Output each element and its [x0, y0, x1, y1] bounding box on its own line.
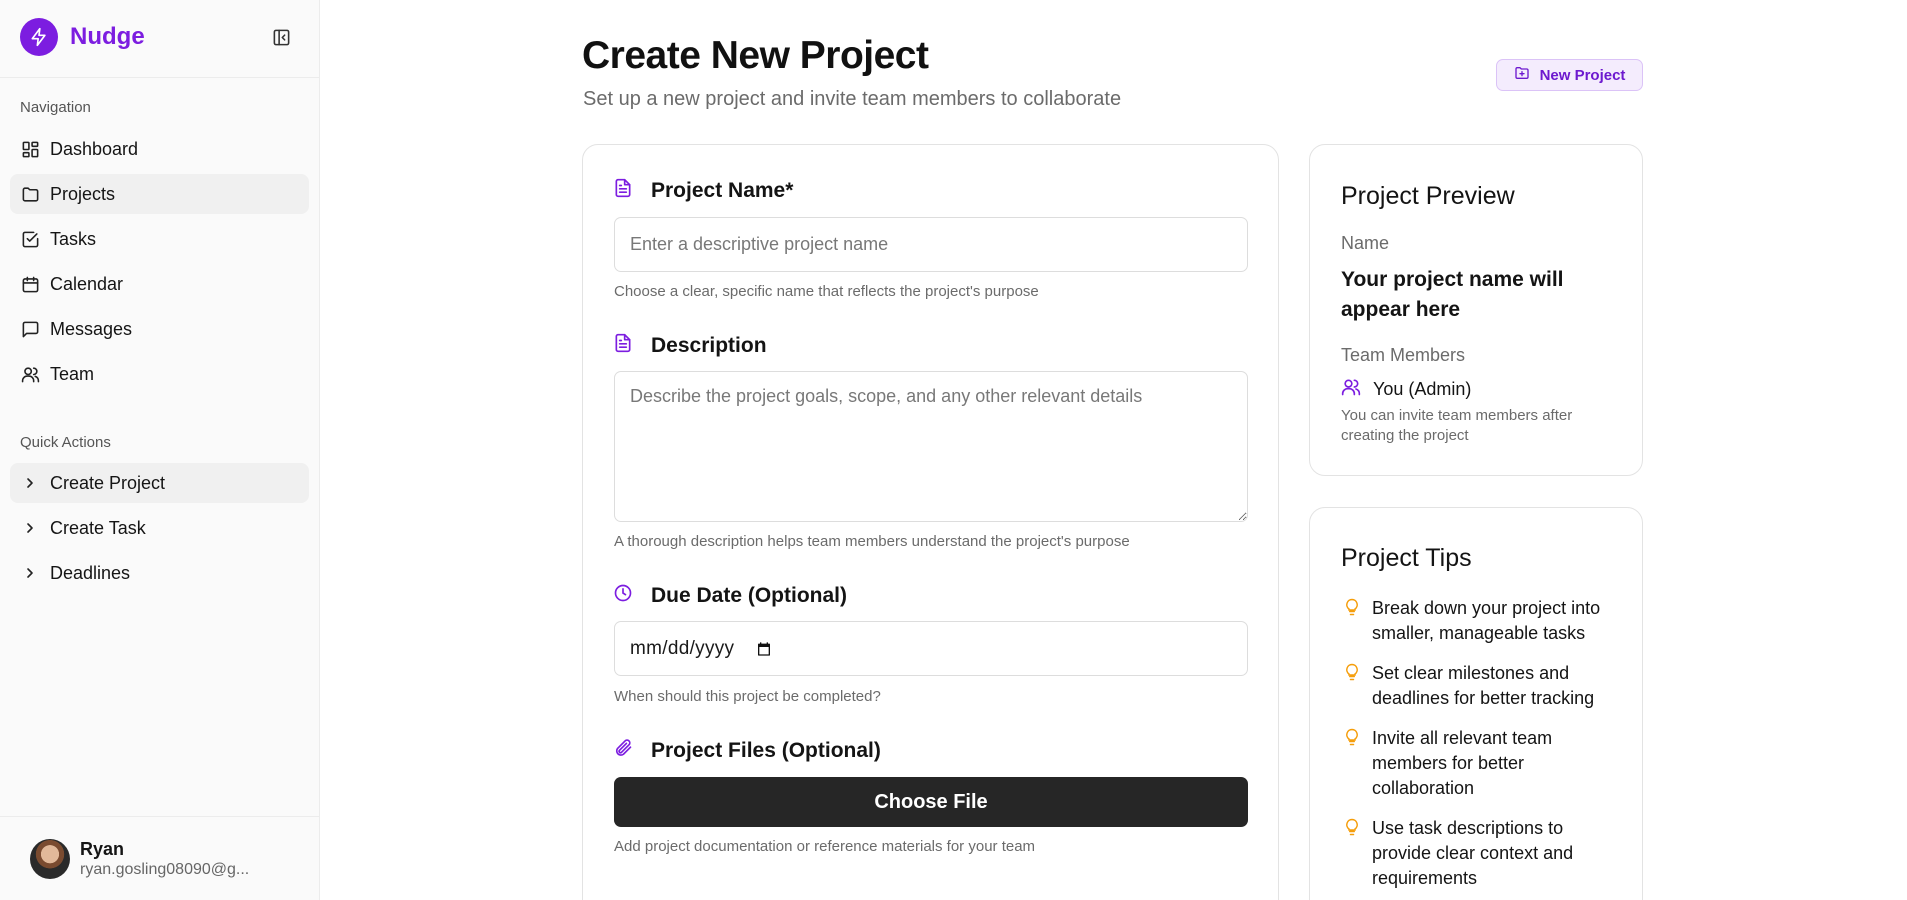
quick-item-label: Create Task: [50, 517, 146, 538]
sidebar-item-label: Calendar: [50, 273, 124, 294]
sidebar: Nudge Navigation Dashboard Projects Task…: [0, 0, 320, 900]
sidebar-divider: [0, 77, 320, 78]
sidebar-item-messages[interactable]: Messages: [10, 309, 309, 349]
folder-icon: [20, 184, 40, 204]
quick-create-project[interactable]: Create Project: [10, 463, 309, 503]
preview-member: You (Admin): [1341, 377, 1471, 402]
paperclip-icon: [613, 738, 633, 763]
project-tips-card: Project Tips Break down your project int…: [1309, 507, 1643, 900]
quick-create-task[interactable]: Create Task: [10, 508, 309, 548]
quick-item-label: Deadlines: [50, 562, 131, 583]
users-icon: [20, 364, 40, 384]
tips-title: Project Tips: [1341, 544, 1472, 572]
quick-actions-heading: Quick Actions: [20, 434, 111, 451]
user-name: Ryan: [80, 839, 125, 859]
sidebar-item-label: Projects: [50, 183, 116, 204]
brand[interactable]: Nudge: [20, 18, 145, 56]
nav-heading: Navigation: [20, 99, 91, 116]
lightning-icon: [20, 18, 58, 56]
sidebar-item-label: Tasks: [50, 228, 97, 249]
sidebar-item-label: Messages: [50, 318, 133, 339]
description-label: Description: [613, 333, 767, 358]
project-name-input[interactable]: [614, 217, 1248, 272]
choose-file-button[interactable]: Choose File: [614, 777, 1248, 827]
users-icon: [1341, 377, 1361, 402]
document-icon: [613, 333, 633, 358]
due-date-input[interactable]: mm/dd/yyyy: [614, 621, 1248, 676]
message-icon: [20, 319, 40, 339]
sidebar-divider: [0, 816, 320, 817]
preview-note: You can invite team members after creati…: [1341, 407, 1573, 444]
quick-item-label: Create Project: [50, 472, 166, 493]
chevron-right-icon: [20, 473, 40, 493]
sidebar-item-label: Dashboard: [50, 138, 139, 159]
preview-name-value: Your project name will appear here: [1341, 268, 1564, 321]
quick-deadlines[interactable]: Deadlines: [10, 553, 309, 593]
brand-name: Nudge: [70, 23, 145, 50]
preview-title: Project Preview: [1341, 182, 1515, 210]
tip-item: Invite all relevant team members for bet…: [1341, 726, 1621, 801]
lightbulb-icon: [1341, 816, 1363, 838]
document-icon: [613, 178, 633, 203]
due-date-value: mm/dd/yyyy: [630, 637, 735, 659]
chevron-right-icon: [20, 563, 40, 583]
preview-name-label: Name: [1341, 233, 1390, 253]
sidebar-item-dashboard[interactable]: Dashboard: [10, 129, 309, 169]
sidebar-item-tasks[interactable]: Tasks: [10, 219, 309, 259]
project-form-card: Project Name* Choose a clear, specific n…: [582, 144, 1279, 900]
clock-icon: [613, 583, 633, 608]
lightbulb-icon: [1341, 596, 1363, 618]
project-name-hint: Choose a clear, specific name that refle…: [614, 283, 1039, 300]
tip-item: Use task descriptions to provide clear c…: [1341, 816, 1621, 891]
page-title: Create New Project: [582, 34, 929, 77]
project-name-label: Project Name*: [613, 178, 793, 203]
calendar-icon: [20, 274, 40, 294]
project-preview-card: Project Preview Name Your project name w…: [1309, 144, 1643, 476]
lightbulb-icon: [1341, 661, 1363, 683]
calendar-icon[interactable]: [756, 641, 772, 657]
lightbulb-icon: [1341, 726, 1363, 748]
tip-item: Break down your project into smaller, ma…: [1341, 596, 1621, 646]
tip-item: Set clear milestones and deadlines for b…: [1341, 661, 1621, 711]
sidebar-item-projects[interactable]: Projects: [10, 174, 309, 214]
user-profile[interactable]: Ryan ryan.gosling08090@g...: [30, 838, 249, 880]
preview-member-name: You (Admin): [1373, 379, 1472, 399]
folder-plus-icon: [1514, 65, 1530, 85]
preview-members-label: Team Members: [1341, 345, 1466, 365]
sidebar-item-label: Team: [50, 363, 95, 384]
description-hint: A thorough description helps team member…: [614, 533, 1130, 550]
sidebar-toggle-icon[interactable]: [270, 26, 292, 48]
user-email: ryan.gosling08090@g...: [80, 861, 250, 878]
sidebar-item-team[interactable]: Team: [10, 354, 309, 394]
project-files-label: Project Files (Optional): [613, 738, 881, 763]
dashboard-icon: [20, 139, 40, 159]
sidebar-item-calendar[interactable]: Calendar: [10, 264, 309, 304]
description-textarea[interactable]: [614, 371, 1248, 522]
new-project-badge[interactable]: New Project: [1496, 59, 1643, 91]
check-square-icon: [20, 229, 40, 249]
avatar: [30, 839, 70, 879]
project-files-hint: Add project documentation or reference m…: [614, 838, 1036, 855]
new-project-label: New Project: [1539, 66, 1626, 84]
due-date-label: Due Date (Optional): [613, 583, 847, 608]
page-subtitle: Set up a new project and invite team mem…: [583, 88, 1122, 110]
chevron-right-icon: [20, 518, 40, 538]
due-date-hint: When should this project be completed?: [614, 688, 881, 705]
